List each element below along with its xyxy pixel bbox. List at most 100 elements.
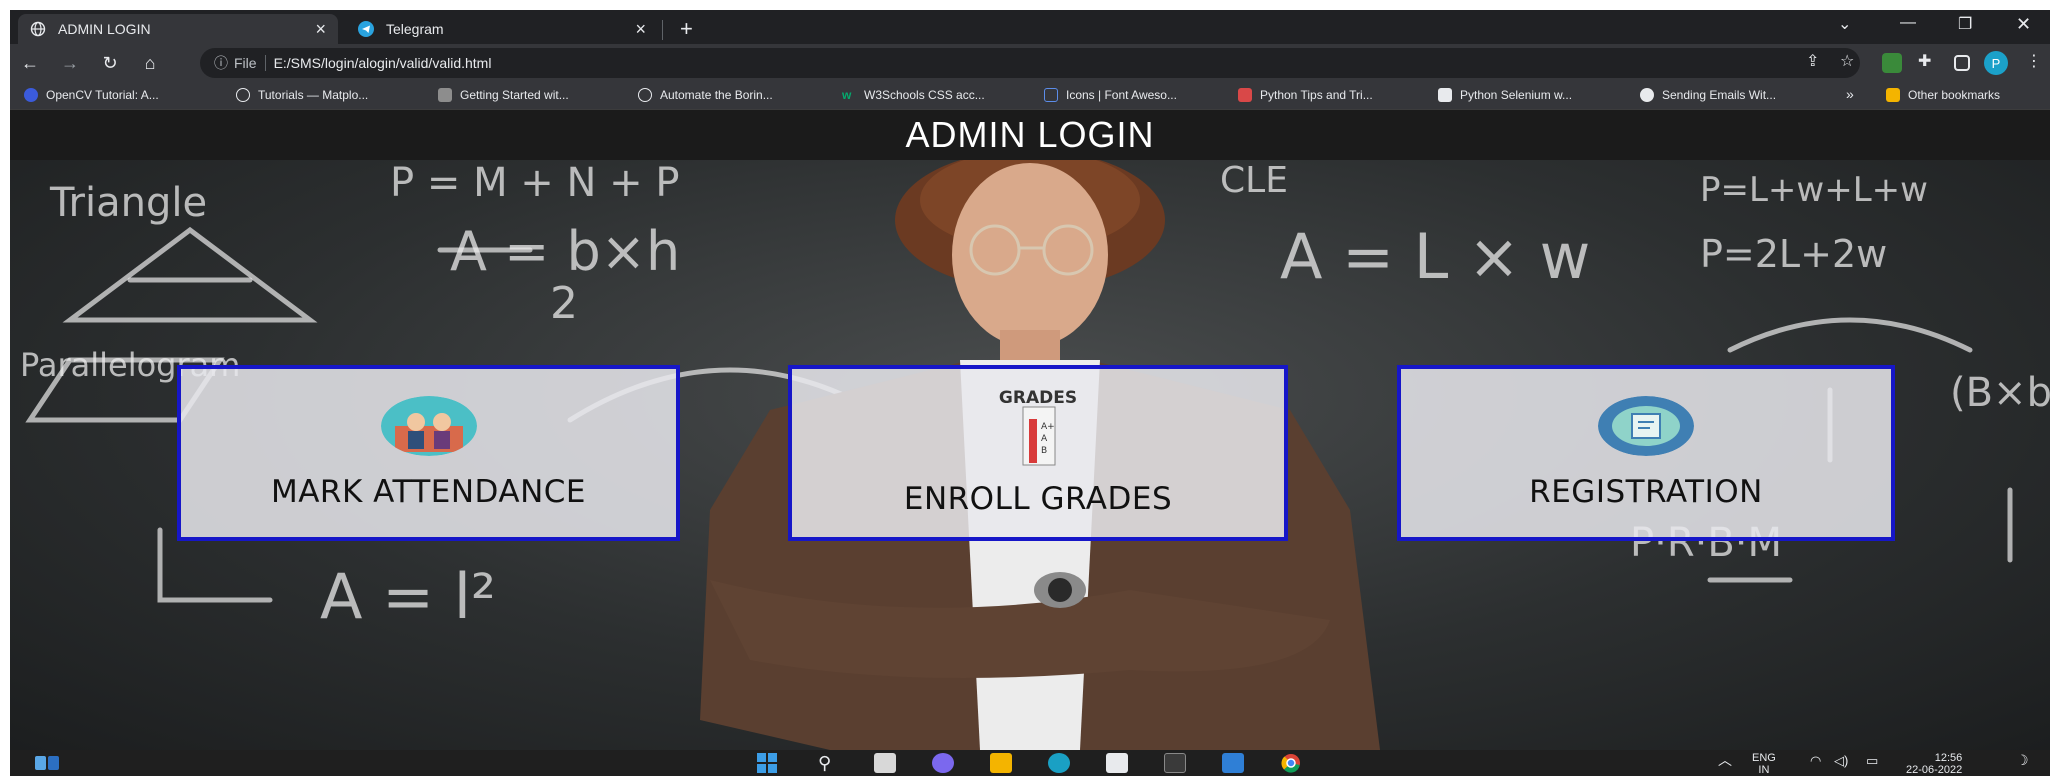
address-bar[interactable]: ⓘ File E:/SMS/login/alogin/valid/valid.h… xyxy=(200,48,1860,78)
time-label: 12:56 xyxy=(1934,752,1963,764)
clock[interactable]: 12:56 22-06-2022 xyxy=(1906,752,1963,776)
w3schools-icon: w xyxy=(842,88,852,102)
battery-icon[interactable]: ▭ xyxy=(1866,754,1878,767)
bookmark-item[interactable]: Tutorials — Matplo... xyxy=(236,88,368,102)
wifi-icon[interactable]: ◠ xyxy=(1810,754,1821,767)
chalkboard-background: Triangle A = b×h 2 Parallelogram A = l² … xyxy=(10,160,2050,750)
chrome-icon[interactable] xyxy=(1280,753,1302,773)
tab-title: ADMIN LOGIN xyxy=(58,21,151,37)
tab-admin-login[interactable]: ADMIN LOGIN × xyxy=(18,14,338,44)
svg-text:A: A xyxy=(1041,434,1048,444)
info-icon[interactable]: ⓘ xyxy=(214,53,228,73)
bookmark-item[interactable]: OpenCV Tutorial: A... xyxy=(24,88,159,102)
taskbar: ⚲ ︿ ENG IN ◠ ◁) ▭ 12:56 22-06-2022 ☽ xyxy=(10,750,2050,776)
card-label: MARK ATTENDANCE xyxy=(270,474,587,510)
attendance-image xyxy=(380,396,477,456)
mark-attendance-card[interactable]: MARK ATTENDANCE xyxy=(177,365,680,541)
close-tab-icon[interactable]: × xyxy=(635,19,646,40)
font-awesome-icon xyxy=(1044,88,1058,102)
language-indicator[interactable]: ENG IN xyxy=(1752,752,1776,776)
docs-icon xyxy=(438,88,452,102)
bookmark-label: Other bookmarks xyxy=(1908,88,2001,102)
store-icon[interactable] xyxy=(1106,753,1128,773)
page-content: ADMIN LOGIN Triangle A = b×h 2 Parallelo… xyxy=(10,110,2050,750)
email-icon xyxy=(1640,88,1654,102)
registration-card[interactable]: REGISTRATION xyxy=(1397,365,1895,541)
search-icon[interactable]: ⚲ xyxy=(818,753,840,773)
back-icon[interactable]: ← xyxy=(10,53,50,74)
chevron-up-icon[interactable]: ︿ xyxy=(1718,753,1732,767)
url-text: E:/SMS/login/alogin/valid/valid.html xyxy=(273,55,492,71)
share-icon[interactable]: ⇪ xyxy=(1806,51,1819,71)
bookmark-item[interactable]: w W3Schools CSS acc... xyxy=(842,88,985,102)
language-label: ENG xyxy=(1752,752,1776,764)
tab-telegram[interactable]: Telegram × xyxy=(346,14,658,44)
mail-icon[interactable] xyxy=(1222,753,1244,773)
terminal-icon[interactable] xyxy=(1164,753,1186,773)
menu-icon[interactable]: ⋮ xyxy=(2026,51,2042,71)
task-view-icon[interactable] xyxy=(874,753,896,773)
volume-icon[interactable]: ◁) xyxy=(1834,754,1848,767)
globe-icon xyxy=(638,88,652,102)
site-info-label: File xyxy=(234,55,257,71)
bookmark-label: Sending Emails Wit... xyxy=(1662,88,1777,102)
close-tab-icon[interactable]: × xyxy=(315,19,326,40)
bookmark-item[interactable]: Python Tips and Tri... xyxy=(1238,88,1373,102)
start-icon[interactable] xyxy=(756,753,778,773)
bookmark-item[interactable]: Python Selenium w... xyxy=(1438,88,1572,102)
toolbar: ← → ↻ ⌂ ⓘ File E:/SMS/login/alogin/valid… xyxy=(10,44,2050,82)
bookmark-star-icon[interactable]: ☆ xyxy=(1840,51,1854,71)
bookmark-label: Python Tips and Tri... xyxy=(1260,88,1373,102)
enroll-grades-card[interactable]: A+ A B GRADES ENROLL GRADES xyxy=(788,365,1288,541)
extensions-puzzle-icon[interactable]: ✚ xyxy=(1918,51,1931,71)
bookmark-item[interactable]: Getting Started wit... xyxy=(438,88,569,102)
browser-window: ADMIN LOGIN × Telegram × + ⌄ — ❐ ✕ ← → ↻… xyxy=(10,10,2050,776)
region-label: IN xyxy=(1758,764,1770,776)
grades-image: A+ A B GRADES xyxy=(993,388,1083,467)
minimize-icon[interactable]: — xyxy=(1900,14,1916,32)
card-label: REGISTRATION xyxy=(1529,474,1763,510)
bookmark-label: Getting Started wit... xyxy=(460,88,569,102)
file-explorer-icon[interactable] xyxy=(990,753,1012,773)
tab-separator xyxy=(662,20,663,40)
chat-icon[interactable] xyxy=(932,753,954,773)
close-window-icon[interactable]: ✕ xyxy=(2016,14,2031,35)
bookmark-label: Automate the Borin... xyxy=(660,88,773,102)
bookmark-item[interactable]: Sending Emails Wit... xyxy=(1640,88,1776,102)
bookmark-item[interactable]: Automate the Borin... xyxy=(638,88,773,102)
page-title: ADMIN LOGIN xyxy=(905,114,1155,155)
grades-image-text: GRADES xyxy=(999,389,1077,408)
bookmark-label: Icons | Font Aweso... xyxy=(1066,88,1177,102)
tab-search-icon[interactable]: ⌄ xyxy=(1838,14,1851,34)
page-header: ADMIN LOGIN xyxy=(10,110,2050,160)
telegram-icon xyxy=(358,21,374,37)
bookmark-label: W3Schools CSS acc... xyxy=(864,88,985,102)
date-label: 22-06-2022 xyxy=(1906,764,1963,776)
tab-title: Telegram xyxy=(386,21,444,37)
bookmarks-overflow[interactable]: » xyxy=(1846,86,1854,102)
globe-icon xyxy=(236,88,250,102)
omnibox-separator xyxy=(264,55,266,71)
forward-icon[interactable]: → xyxy=(50,53,90,74)
extension-icon[interactable] xyxy=(1882,53,1902,73)
edge-icon[interactable] xyxy=(1048,753,1070,773)
profile-avatar[interactable]: P xyxy=(1984,51,2008,75)
globe-icon xyxy=(30,21,46,37)
svg-text:B: B xyxy=(1041,446,1047,456)
card-label: ENROLL GRADES xyxy=(903,481,1173,517)
reload-icon[interactable]: ↻ xyxy=(90,53,130,74)
opencv-icon xyxy=(24,88,38,102)
bookmark-item[interactable]: Icons | Font Aweso... xyxy=(1044,88,1177,102)
svg-text:A+: A+ xyxy=(1041,422,1055,432)
home-icon[interactable]: ⌂ xyxy=(130,53,170,74)
new-tab-icon[interactable]: + xyxy=(680,16,693,42)
bookmark-label: OpenCV Tutorial: A... xyxy=(46,88,159,102)
other-bookmarks[interactable]: Other bookmarks xyxy=(1886,88,2000,102)
selenium-icon xyxy=(1438,88,1452,102)
restore-icon[interactable]: ❐ xyxy=(1958,14,1972,34)
side-panel-icon[interactable] xyxy=(1954,55,1970,71)
notification-icon[interactable]: ☽ xyxy=(2016,753,2029,767)
bookmarks-bar: OpenCV Tutorial: A... Tutorials — Matplo… xyxy=(10,82,2050,110)
folder-icon xyxy=(1886,88,1900,102)
widgets-icon[interactable] xyxy=(34,753,60,773)
